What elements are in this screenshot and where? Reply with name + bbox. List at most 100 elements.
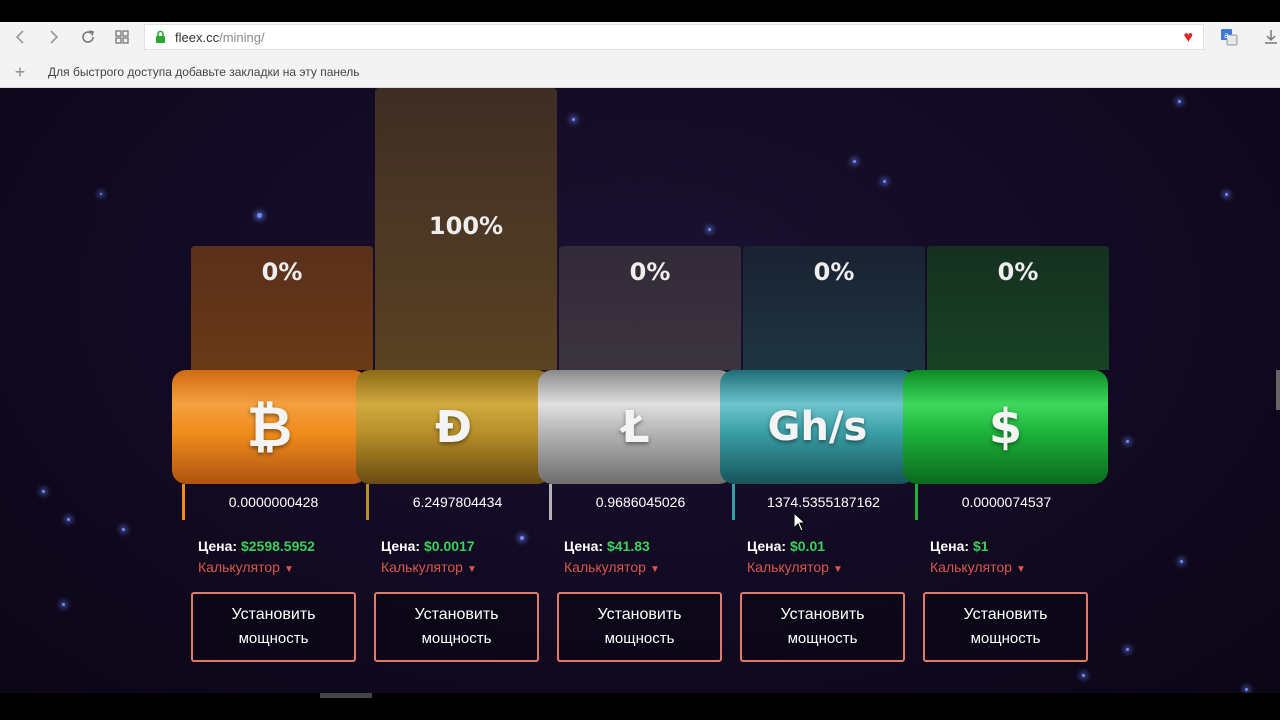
doge-balance-value: 6.2497804434 [412, 494, 503, 510]
btc-accent-bar [182, 484, 185, 520]
reload-icon[interactable] [76, 26, 100, 48]
star-dot [572, 118, 575, 121]
url-path: /mining/ [219, 29, 265, 45]
star-dot [100, 193, 102, 195]
scrollbar-edge[interactable] [1276, 370, 1280, 410]
ghs-accent-bar [732, 484, 735, 520]
ghs-set-power-button[interactable]: Установить мощность [740, 592, 905, 662]
heart-icon[interactable]: ♥ [1184, 29, 1194, 47]
doge-set-power-button[interactable]: Установить мощность [374, 592, 539, 662]
ltc-price: Цена: $41.83 [564, 538, 650, 554]
calculator-label: Калькулятор [747, 559, 829, 575]
btc-price-value: $2598.5952 [240, 538, 315, 554]
ltc-price-value: $41.83 [606, 538, 650, 554]
ltc-tower-percent: 0% [629, 258, 671, 286]
price-label: Цена: [930, 538, 970, 554]
usd-price-value: $1 [972, 538, 989, 554]
caret-down-icon: ▼ [283, 564, 294, 575]
lock-icon [145, 30, 175, 44]
usd-accent-bar [915, 484, 918, 520]
button-label-line1: Установить [231, 606, 316, 623]
star-dot [62, 603, 65, 606]
btc-calculator-toggle[interactable]: Калькулятор ▼ [198, 559, 294, 575]
star-dot [883, 180, 886, 183]
star-dot [520, 536, 524, 540]
ghs-calculator-toggle[interactable]: Калькулятор ▼ [747, 559, 843, 575]
download-icon[interactable] [1260, 26, 1280, 48]
usd-tower: 0% [927, 246, 1109, 370]
calculator-label: Калькулятор [381, 559, 463, 575]
button-label-line1: Установить [597, 606, 682, 623]
usd-balance: 0.0000074537 [915, 484, 1098, 520]
star-dot [853, 160, 856, 163]
doge-calculator-toggle[interactable]: Калькулятор ▼ [381, 559, 477, 575]
dogecoin-icon: Ð [435, 401, 472, 453]
ltc-set-power-button[interactable]: Установить мощность [557, 592, 722, 662]
ltc-tower: 0% [559, 246, 741, 370]
horizontal-scroll-thumb[interactable] [320, 693, 372, 698]
forward-icon[interactable] [42, 26, 66, 48]
button-label-line1: Установить [963, 606, 1048, 623]
doge-balance: 6.2497804434 [366, 484, 549, 520]
url-host: fleex.cc [175, 29, 220, 45]
ltc-balance: 0.9686045026 [549, 484, 732, 520]
doge-accent-bar [366, 484, 369, 520]
button-label-line2: мощность [238, 630, 309, 647]
btc-tower: 0% [191, 246, 373, 370]
translate-icon[interactable]: a [1218, 26, 1240, 48]
ghs-balance: 1374.5355187162 [732, 484, 915, 520]
apps-grid-icon[interactable] [110, 26, 134, 48]
btc-cylinder: ₿ [172, 370, 367, 484]
btc-set-power-button[interactable]: Установить мощность [191, 592, 356, 662]
star-dot [708, 228, 711, 231]
price-label: Цена: [198, 538, 238, 554]
ltc-balance-value: 0.9686045026 [595, 494, 686, 510]
star-dot [122, 528, 125, 531]
doge-tower-percent: 100% [428, 212, 504, 240]
ghs-cylinder: Gh/s [720, 370, 915, 484]
dollar-icon: $ [988, 399, 1023, 455]
mouse-cursor-icon [793, 512, 807, 532]
btc-balance: 0.0000000428 [182, 484, 365, 520]
doge-cylinder: Ð [356, 370, 551, 484]
usd-cylinder: $ [903, 370, 1108, 484]
svg-text:a: a [1224, 31, 1229, 40]
bookmarks-bar: + Для быстрого доступа добавьте закладки… [0, 58, 1280, 86]
plus-icon[interactable]: + [0, 62, 40, 83]
button-label-line2: мощность [970, 630, 1041, 647]
caret-down-icon: ▼ [1015, 564, 1026, 575]
calculator-label: Калькулятор [930, 559, 1012, 575]
usd-calculator-toggle[interactable]: Калькулятор ▼ [930, 559, 1026, 575]
star-dot [42, 490, 45, 493]
price-label: Цена: [747, 538, 787, 554]
star-dot [1245, 688, 1248, 691]
ltc-calculator-toggle[interactable]: Калькулятор ▼ [564, 559, 660, 575]
calculator-label: Калькулятор [564, 559, 646, 575]
address-bar[interactable]: fleex.cc/mining/ ♥ [144, 24, 1204, 50]
btc-price: Цена: $2598.5952 [198, 538, 315, 554]
btc-balance-value: 0.0000000428 [228, 494, 319, 510]
star-dot [1225, 193, 1228, 196]
button-label-line1: Установить [780, 606, 865, 623]
usd-balance-value: 0.0000074537 [961, 494, 1052, 510]
bookmarks-hint: Для быстрого доступа добавьте закладки н… [48, 65, 360, 79]
calculator-label: Калькулятор [198, 559, 280, 575]
ghs-tower-percent: 0% [813, 258, 855, 286]
star-dot [1180, 560, 1183, 563]
button-label-line2: мощность [604, 630, 675, 647]
price-label: Цена: [381, 538, 421, 554]
doge-tower: 100% [375, 88, 557, 370]
usd-set-power-button[interactable]: Установить мощность [923, 592, 1088, 662]
ghs-price-value: $0.01 [789, 538, 826, 554]
bitcoin-icon: ₿ [246, 395, 293, 460]
star-dot [1178, 100, 1181, 103]
button-label-line1: Установить [414, 606, 499, 623]
button-label-line2: мощность [787, 630, 858, 647]
back-icon[interactable] [8, 26, 32, 48]
usd-price: Цена: $1 [930, 538, 989, 554]
star-dot [1126, 648, 1129, 651]
star-dot [257, 213, 262, 218]
ghs-price: Цена: $0.01 [747, 538, 825, 554]
caret-down-icon: ▼ [649, 564, 660, 575]
doge-price: Цена: $0.0017 [381, 538, 475, 554]
